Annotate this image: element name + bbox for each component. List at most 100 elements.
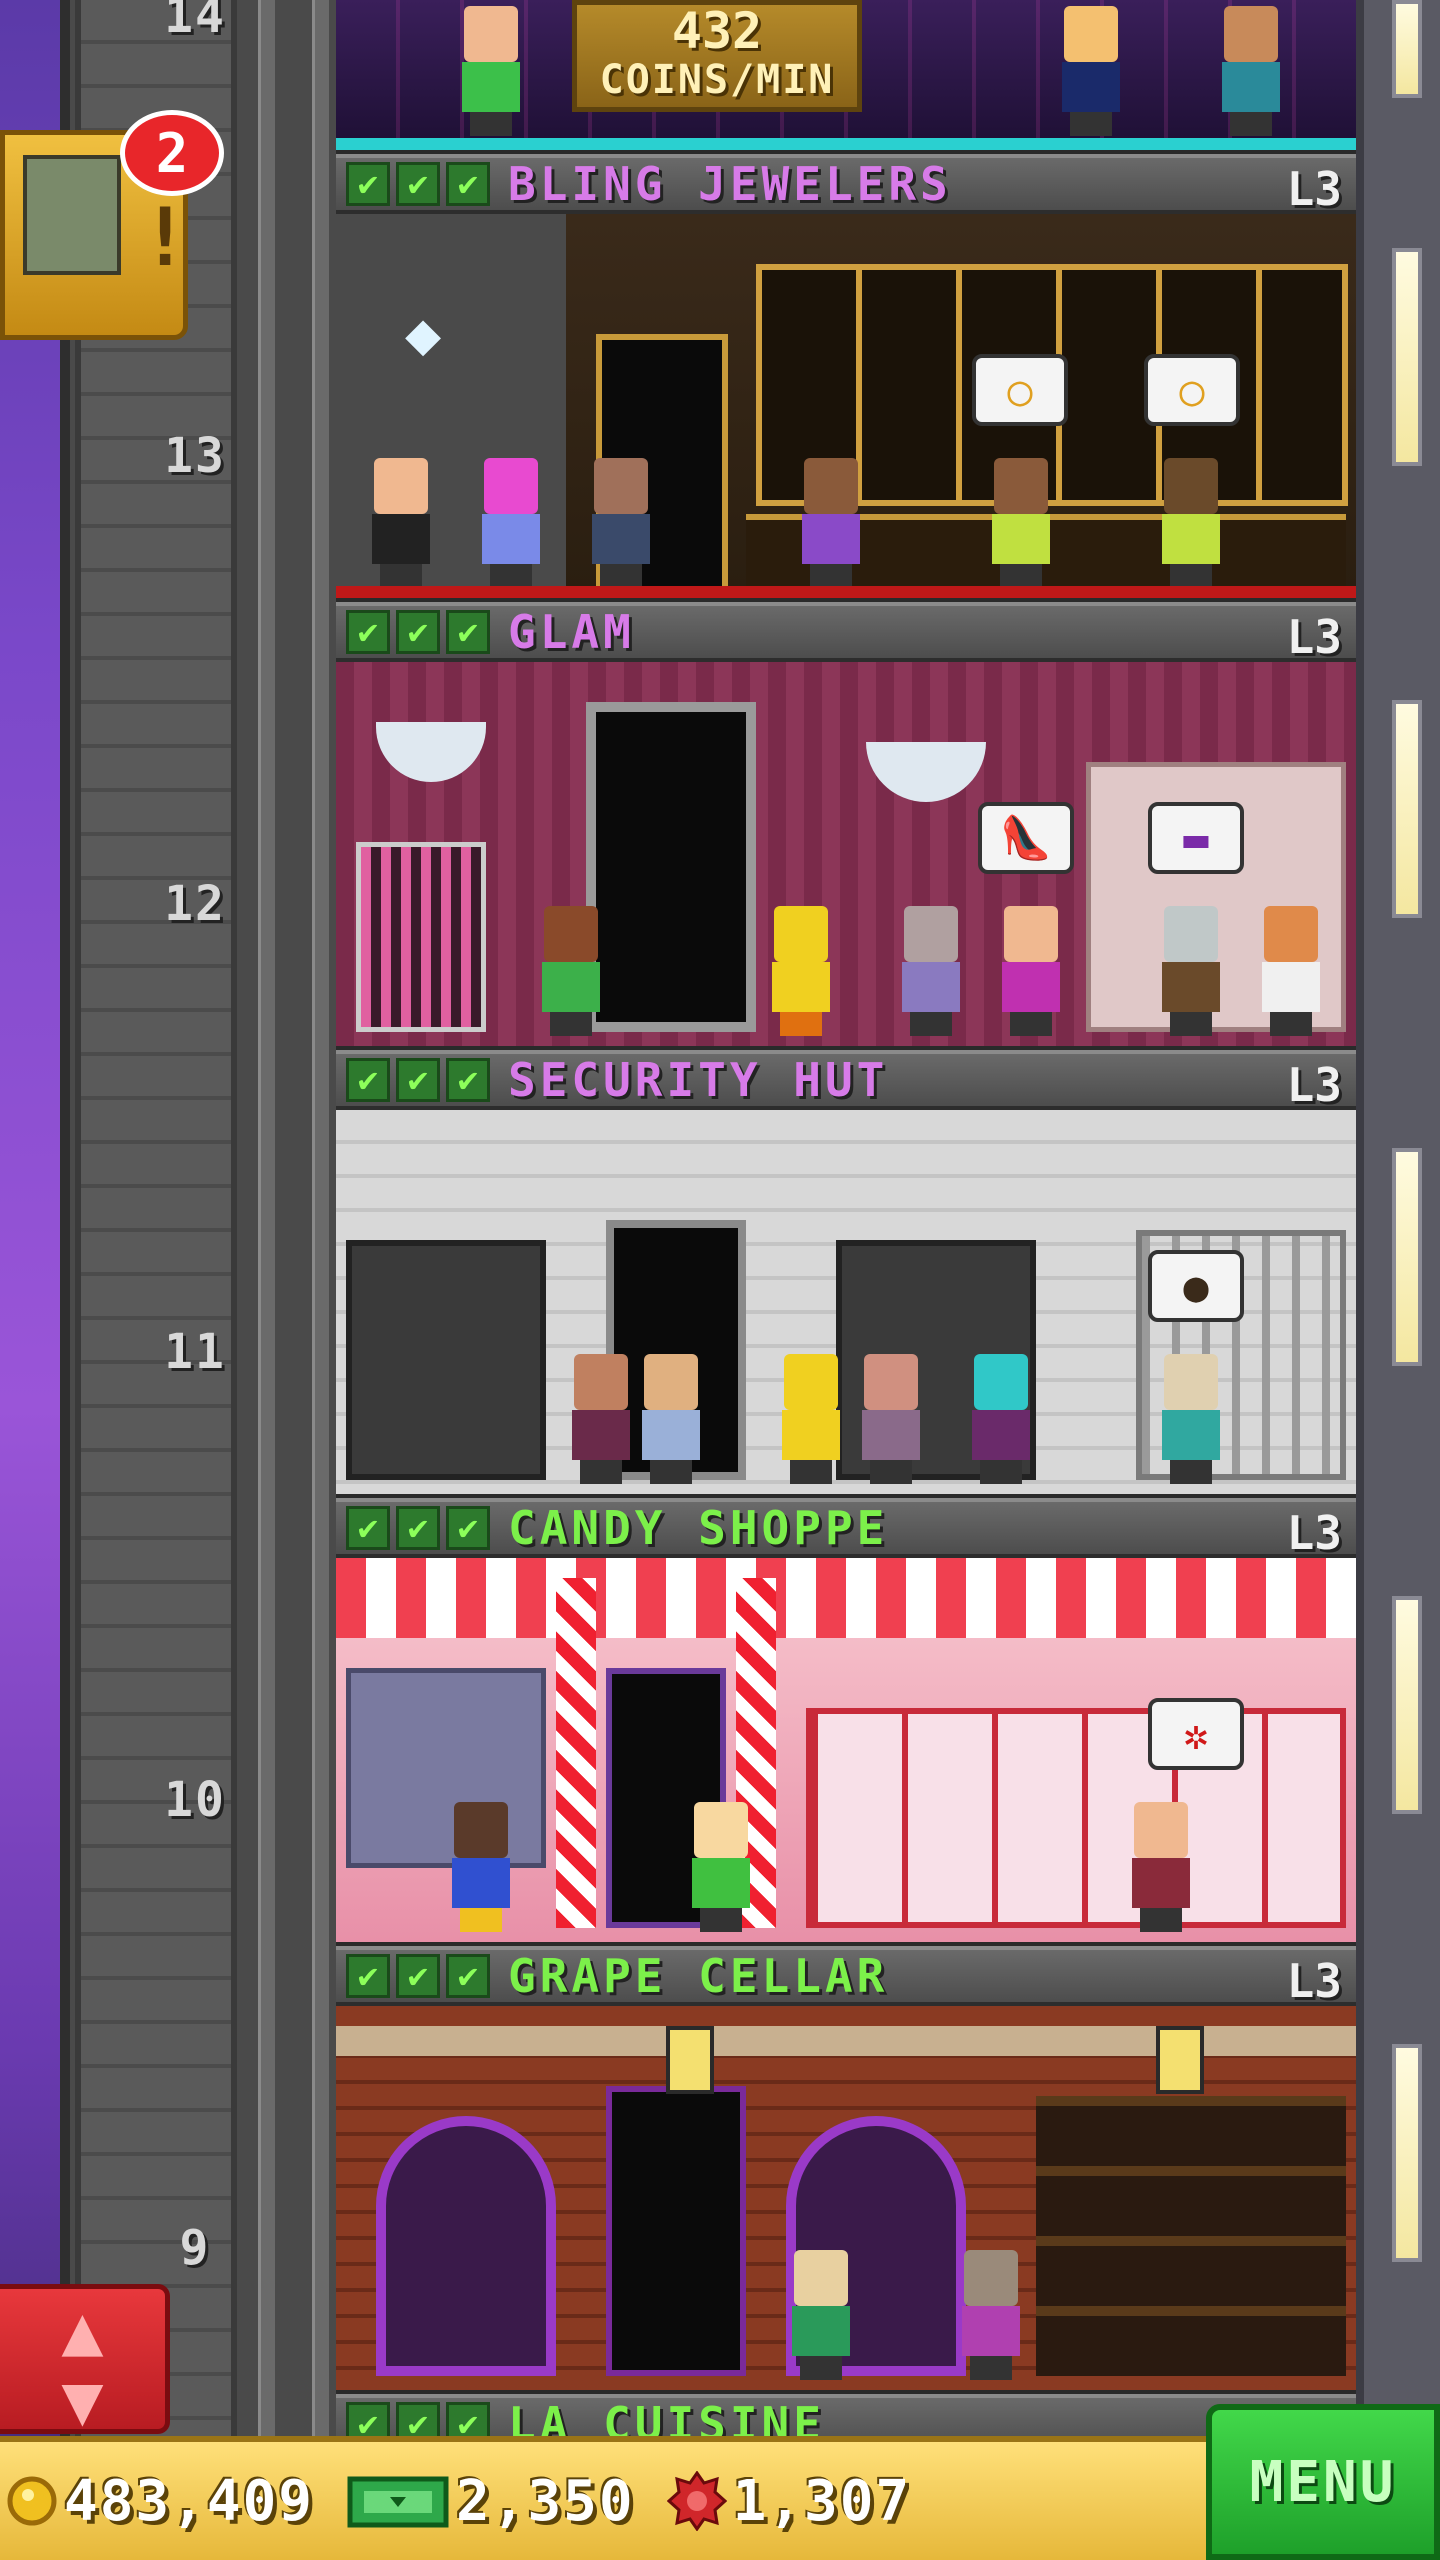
floor-header-glam[interactable]: ✔ ✔ ✔ GLAM L3 <box>336 602 1356 664</box>
bitizen[interactable] <box>1216 6 1286 136</box>
bitizen[interactable] <box>1156 906 1226 1036</box>
bitizen[interactable] <box>686 1802 756 1932</box>
ring-icon: ○ <box>1007 365 1033 415</box>
floor-name: BLING JEWELERS <box>508 157 952 211</box>
elevator-button[interactable]: ▲ ▼ <box>0 2284 170 2435</box>
wine-shelves <box>1036 2096 1346 2376</box>
floor-level: L3 <box>1286 1058 1342 1112</box>
candy-shelves <box>806 1708 1346 1928</box>
star-checks: ✔ ✔ ✔ <box>346 1954 490 1998</box>
lantern-icon <box>1156 2026 1204 2094</box>
check-icon: ✔ <box>346 1506 390 1550</box>
check-icon: ✔ <box>446 1954 490 1998</box>
clothes-rack <box>356 842 486 1032</box>
floor-number: 13 <box>164 428 226 484</box>
bitizen[interactable] <box>856 1354 926 1484</box>
floor-level: L3 <box>1286 1506 1342 1560</box>
check-icon: ✔ <box>396 1058 440 1102</box>
tokens-stat[interactable]: 1,307 <box>666 2468 912 2534</box>
check-icon: ✔ <box>346 610 390 654</box>
floor-name: SECURITY HUT <box>508 1053 889 1107</box>
bitizen[interactable] <box>476 458 546 588</box>
bitizen[interactable] <box>1156 458 1226 588</box>
bitizen[interactable] <box>1156 1354 1226 1484</box>
item-request-bubble[interactable]: ● <box>1148 1250 1244 1322</box>
neon-floor-strip <box>336 138 1356 150</box>
ring-request-bubble[interactable]: ○ <box>972 354 1068 426</box>
bitizen[interactable] <box>456 6 526 136</box>
bux-icon <box>347 2476 449 2528</box>
striped-awning <box>336 1558 1356 1638</box>
elevator-rail <box>312 0 329 2560</box>
check-icon: ✔ <box>396 1954 440 1998</box>
diamond-icon: ◆ <box>404 299 442 369</box>
bitizen[interactable] <box>1126 1802 1196 1932</box>
floor-header-bling-jewelers[interactable]: ✔ ✔ ✔ BLING JEWELERS L3 <box>336 154 1356 216</box>
star-checks: ✔ ✔ ✔ <box>346 1058 490 1102</box>
menu-button[interactable]: MENU <box>1206 2404 1440 2560</box>
bitizen[interactable] <box>366 458 436 588</box>
candy-cane-pillar <box>556 1578 596 1928</box>
zombie-visitor-icon <box>23 155 121 275</box>
check-icon: ✔ <box>396 610 440 654</box>
floor-header-candy-shoppe[interactable]: ✔ ✔ ✔ CANDY SHOPPE L3 <box>336 1498 1356 1560</box>
floor-number: 9 <box>179 2220 211 2276</box>
bitizen[interactable] <box>986 458 1056 588</box>
bitizen[interactable] <box>636 1354 706 1484</box>
window-light <box>1392 0 1422 98</box>
cellar-door <box>606 2086 746 2376</box>
ring-icon: ○ <box>1179 365 1205 415</box>
bitizen[interactable] <box>796 458 866 588</box>
exclamation-icon: ! <box>141 191 190 284</box>
floor-number: 11 <box>164 1324 226 1380</box>
lantern-icon <box>666 2026 714 2094</box>
coins-per-min-sign: 432 COINS/MIN <box>572 0 862 112</box>
elevator-shaft-bricks <box>75 0 237 2560</box>
check-icon: ✔ <box>446 162 490 206</box>
coins-per-min-value: 432 <box>671 2 763 60</box>
bitizen[interactable] <box>536 906 606 1036</box>
window-light <box>1392 1596 1422 1814</box>
floor-header-grape-cellar[interactable]: ✔ ✔ ✔ GRAPE CELLAR L3 <box>336 1946 1356 2008</box>
check-icon: ✔ <box>396 162 440 206</box>
floor-header-security-hut[interactable]: ✔ ✔ ✔ SECURITY HUT L3 <box>336 1050 1356 1112</box>
bitizen[interactable] <box>786 2250 856 2380</box>
coins-stat[interactable]: 483,409 <box>6 2469 314 2534</box>
pinwheel-candy-icon: ✲ <box>1183 1709 1209 1759</box>
bitizen[interactable] <box>1256 906 1326 1036</box>
bux-stat[interactable]: 2,350 <box>346 2469 635 2534</box>
bitizen[interactable] <box>586 458 656 588</box>
floor-name: CANDY SHOPPE <box>508 1501 889 1555</box>
check-icon: ✔ <box>346 162 390 206</box>
bitizen[interactable] <box>766 906 836 1036</box>
ring-request-bubble[interactable]: ○ <box>1144 354 1240 426</box>
token-icon <box>666 2471 727 2531</box>
check-icon: ✔ <box>446 610 490 654</box>
floor-security-hut-scene[interactable]: ● <box>336 1110 1356 1494</box>
bitizen[interactable] <box>776 1354 846 1484</box>
bitizen[interactable] <box>896 906 966 1036</box>
check-icon: ✔ <box>346 1954 390 1998</box>
star-checks: ✔ ✔ ✔ <box>346 1506 490 1550</box>
tokens-value: 1,307 <box>732 2468 912 2534</box>
floor-bling-jewelers-scene[interactable]: ◆ ○ ○ <box>336 214 1356 598</box>
bitizen[interactable] <box>956 2250 1026 2380</box>
coins-value: 483,409 <box>64 2468 315 2534</box>
bitizen[interactable] <box>966 1354 1036 1484</box>
elevator-rail <box>258 0 275 2560</box>
purse-request-bubble[interactable]: ▬ <box>1148 802 1244 874</box>
floor-candy-shoppe-scene[interactable]: ✲ <box>336 1558 1356 1942</box>
window-light <box>1392 1148 1422 1366</box>
star-checks: ✔ ✔ ✔ <box>346 610 490 654</box>
candy-request-bubble[interactable]: ✲ <box>1148 1698 1244 1770</box>
bitizen[interactable] <box>996 906 1066 1036</box>
bitizen[interactable] <box>566 1354 636 1484</box>
notification-count-badge: 2 <box>120 110 224 196</box>
floor-glam-scene[interactable]: 👠 ▬ <box>336 662 1356 1046</box>
floor-grape-cellar-scene[interactable] <box>336 2006 1356 2390</box>
bux-value: 2,350 <box>456 2468 635 2534</box>
shoe-icon: 👠 <box>999 813 1053 862</box>
bitizen[interactable] <box>446 1802 516 1932</box>
bitizen[interactable] <box>1056 6 1126 136</box>
shoe-request-bubble[interactable]: 👠 <box>978 802 1074 874</box>
